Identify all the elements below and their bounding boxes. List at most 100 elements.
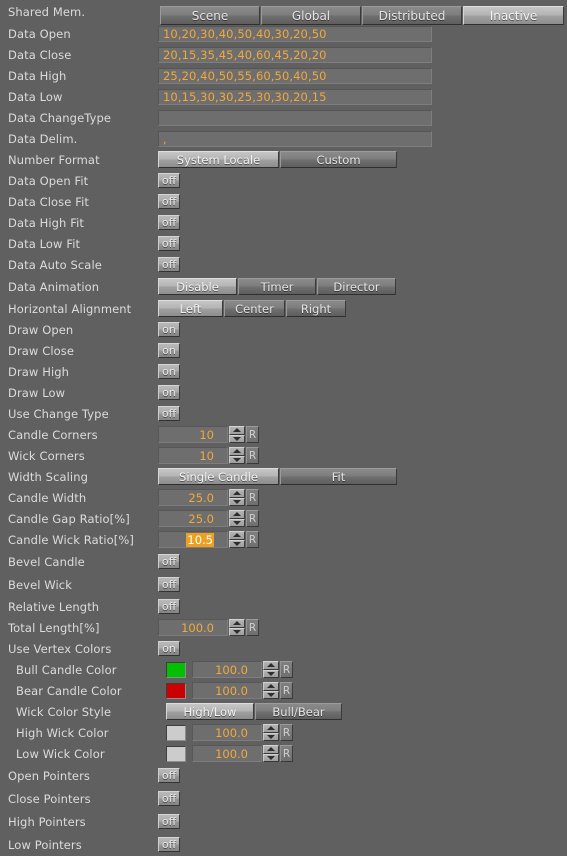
stepper-down-icon[interactable] [263,690,279,699]
candle-wick-ratio-arrows[interactable] [229,531,245,548]
data-animation-timer[interactable]: Timer [238,278,316,295]
stepper-down-icon[interactable] [229,455,245,464]
draw-open-toggle[interactable]: on [158,322,180,337]
low-wick-alpha-spinner[interactable]: 100.0 R [192,745,293,762]
stepper-up-icon[interactable] [229,447,245,456]
stepper-up-icon[interactable] [263,682,279,691]
stepper-down-icon[interactable] [229,518,245,527]
low-wick-alpha-reset-button[interactable]: R [280,745,293,762]
bear-candle-color-swatch[interactable] [166,682,186,699]
wick-color-style-high-low[interactable]: High/Low [166,703,254,720]
total-length-spinner[interactable]: 100.0 R [158,619,259,636]
stepper-down-icon[interactable] [229,539,245,548]
low-wick-color-swatch[interactable] [166,745,186,762]
width-scaling-single-candle[interactable]: Single Candle [158,468,279,485]
candle-wick-ratio-spinner[interactable]: 10.5 R [158,531,259,548]
stepper-up-icon[interactable] [263,745,279,754]
data-low-input[interactable]: 10,15,30,30,25,30,30,20,15 [158,88,432,105]
tab-global[interactable]: Global [261,6,361,25]
candle-corners-arrows[interactable] [229,426,245,443]
total-length-value[interactable]: 100.0 [158,619,228,636]
width-scaling-group[interactable]: Single Candle Fit [158,468,397,485]
tab-inactive[interactable]: Inactive [463,6,564,25]
draw-low-toggle[interactable]: on [158,385,180,400]
candle-width-arrows[interactable] [229,489,245,506]
data-open-input[interactable]: 10,20,30,40,50,40,30,20,50 [158,25,432,42]
data-high-input[interactable]: 25,20,40,50,55,60,50,40,50 [158,67,432,84]
data-delim-input[interactable]: , [158,130,432,147]
data-animation-group[interactable]: Disable Timer Director [158,278,396,295]
total-length-arrows[interactable] [229,619,245,636]
candle-corners-reset-button[interactable]: R [246,426,259,443]
wick-color-style-bull-bear[interactable]: Bull/Bear [255,703,342,720]
wick-color-style-group[interactable]: High/Low Bull/Bear [166,703,342,720]
total-length-reset-button[interactable]: R [246,619,259,636]
stepper-down-icon[interactable] [263,732,279,741]
candle-width-reset-button[interactable]: R [246,489,259,506]
low-wick-alpha-value[interactable]: 100.0 [192,745,262,762]
high-wick-color-swatch[interactable] [166,724,186,741]
candle-gap-ratio-value[interactable]: 25.0 [158,510,228,527]
number-format-system-locale[interactable]: System Locale [158,151,279,168]
candle-gap-ratio-spinner[interactable]: 25.0 R [158,510,259,527]
width-scaling-fit[interactable]: Fit [280,468,397,485]
draw-high-toggle[interactable]: on [158,364,180,379]
wick-corners-value[interactable]: 10 [158,447,228,464]
tab-distributed[interactable]: Distributed [362,6,462,25]
stepper-up-icon[interactable] [263,724,279,733]
data-close-input[interactable]: 20,15,35,45,40,60,45,20,20 [158,46,432,63]
close-pointers-toggle[interactable]: off [158,791,180,806]
open-pointers-toggle[interactable]: off [158,768,180,783]
tab-scene[interactable]: Scene [160,6,260,25]
wick-corners-arrows[interactable] [229,447,245,464]
low-pointers-toggle[interactable]: off [158,837,180,852]
horizontal-alignment-left[interactable]: Left [158,300,223,317]
bull-candle-color-swatch[interactable] [166,661,186,678]
bull-candle-alpha-reset-button[interactable]: R [280,661,293,678]
bear-candle-alpha-spinner[interactable]: 100.0 R [192,682,293,699]
number-format-custom[interactable]: Custom [280,151,397,168]
stepper-down-icon[interactable] [229,434,245,443]
candle-width-spinner[interactable]: 25.0 R [158,489,259,506]
high-pointers-toggle[interactable]: off [158,814,180,829]
bear-candle-alpha-arrows[interactable] [263,682,279,699]
stepper-up-icon[interactable] [229,489,245,498]
number-format-group[interactable]: System Locale Custom [158,151,397,168]
stepper-up-icon[interactable] [229,426,245,435]
data-animation-disable[interactable]: Disable [158,278,237,295]
stepper-down-icon[interactable] [229,627,245,636]
horizontal-alignment-right[interactable]: Right [286,300,346,317]
stepper-up-icon[interactable] [229,619,245,628]
data-open-fit-toggle[interactable]: off [158,173,180,188]
bull-candle-alpha-value[interactable]: 100.0 [192,661,262,678]
stepper-up-icon[interactable] [229,531,245,540]
wick-corners-spinner[interactable]: 10 R [158,447,259,464]
data-high-fit-toggle[interactable]: off [158,215,180,230]
candle-width-value[interactable]: 25.0 [158,489,228,506]
bull-candle-alpha-arrows[interactable] [263,661,279,678]
bull-candle-alpha-spinner[interactable]: 100.0 R [192,661,293,678]
stepper-up-icon[interactable] [229,510,245,519]
candle-wick-ratio-value[interactable]: 10.5 [158,531,228,548]
data-low-fit-toggle[interactable]: off [158,236,180,251]
draw-close-toggle[interactable]: on [158,343,180,358]
candle-corners-value[interactable]: 10 [158,426,228,443]
use-change-type-toggle[interactable]: off [158,406,180,421]
relative-length-toggle[interactable]: off [158,599,180,614]
high-wick-alpha-arrows[interactable] [263,724,279,741]
horizontal-alignment-group[interactable]: Left Center Right [158,300,346,317]
low-wick-alpha-arrows[interactable] [263,745,279,762]
candle-gap-ratio-reset-button[interactable]: R [246,510,259,527]
bevel-candle-toggle[interactable]: off [158,554,180,569]
candle-wick-ratio-reset-button[interactable]: R [246,531,259,548]
candle-corners-spinner[interactable]: 10 R [158,426,259,443]
candle-gap-ratio-arrows[interactable] [229,510,245,527]
stepper-up-icon[interactable] [263,661,279,670]
data-changetype-input[interactable] [158,109,432,126]
stepper-down-icon[interactable] [263,669,279,678]
high-wick-alpha-spinner[interactable]: 100.0 R [192,724,293,741]
stepper-down-icon[interactable] [229,497,245,506]
high-wick-alpha-reset-button[interactable]: R [280,724,293,741]
data-auto-scale-toggle[interactable]: off [158,257,180,272]
shared-mem-tabbar[interactable]: Scene Global Distributed Inactive [160,6,564,25]
